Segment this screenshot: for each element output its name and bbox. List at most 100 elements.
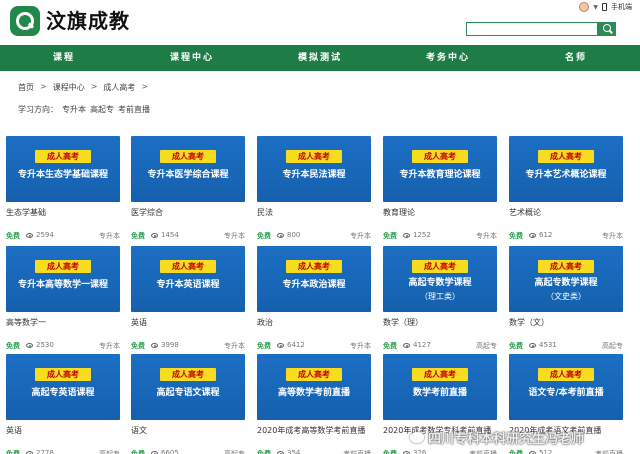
course-thumbnail-title: 高起专数学课程 [408, 278, 472, 288]
course-name[interactable]: 艺术概论 [509, 207, 541, 218]
breadcrumb-adult-exam[interactable]: 成人高考 [103, 82, 135, 93]
course-name[interactable]: 生态学基础 [6, 207, 46, 218]
site-logo-text[interactable]: 汶旗成教 [46, 6, 130, 36]
free-label: 免费 [509, 232, 523, 240]
course-meta: 免费 512 考前直播 [509, 449, 623, 454]
nav-item-teachers[interactable]: 名师 [512, 45, 640, 71]
study-direction-filter: 学习方向： 专升本 高起专 考前直播 [18, 104, 150, 115]
course-thumbnail[interactable]: 成人高考 专升本艺术概论课程 [509, 136, 623, 202]
main-nav: 课程 课程中心 模拟测试 考务中心 名师 [0, 45, 640, 71]
course-card[interactable]: 成人高考 高起专英语课程 英语 免费 2778 高起专 [6, 354, 120, 454]
course-card[interactable]: 成人高考 专升本政治课程 政治 免费 6412 专升本 [257, 246, 371, 352]
nav-item-courses[interactable]: 课程 [0, 45, 128, 71]
course-badge: 成人高考 [412, 150, 468, 163]
course-meta: 免费 6412 专升本 [257, 341, 371, 351]
course-meta: 免费 3998 专升本 [131, 341, 245, 351]
view-count: 612 [539, 231, 553, 239]
nav-item-mock-test[interactable]: 模拟测试 [256, 45, 384, 71]
course-thumbnail[interactable]: 成人高考 数学考前直播 [383, 354, 497, 420]
course-meta: 免费 800 专升本 [257, 231, 371, 241]
course-card[interactable]: 成人高考 高起专语文课程 语文 免费 6605 高起专 [131, 354, 245, 454]
course-category: 考前直播 [595, 450, 623, 454]
course-name[interactable]: 政治 [257, 317, 273, 328]
course-card[interactable]: 成人高考 专升本生态学基础课程 生态学基础 免费 2594 专升本 [6, 136, 120, 242]
course-badge: 成人高考 [35, 368, 91, 381]
course-badge: 成人高考 [160, 150, 216, 163]
course-badge: 成人高考 [286, 150, 342, 163]
course-thumbnail[interactable]: 成人高考 专升本教育理论课程 [383, 136, 497, 202]
course-meta: 免费 4127 高起专 [383, 341, 497, 351]
course-name[interactable]: 高等数学一 [6, 317, 46, 328]
course-card[interactable]: 成人高考 高等数学考前直播 2020年成考高等数学考前直播 免费 354 考前直… [257, 354, 371, 454]
breadcrumb-home[interactable]: 首页 [18, 82, 34, 93]
course-thumbnail[interactable]: 成人高考 专升本高等数学一课程 [6, 246, 120, 312]
free-label: 免费 [257, 450, 271, 454]
eye-icon [277, 343, 284, 348]
view-count: 4127 [413, 341, 431, 349]
course-category: 专升本 [99, 232, 120, 240]
course-category: 专升本 [99, 342, 120, 350]
course-thumbnail[interactable]: 成人高考 高等数学考前直播 [257, 354, 371, 420]
course-card[interactable]: 成人高考 专升本教育理论课程 教育理论 免费 1252 专升本 [383, 136, 497, 242]
course-thumbnail[interactable]: 成人高考 专升本民法课程 [257, 136, 371, 202]
mobile-link[interactable]: 手机端 [611, 2, 632, 12]
view-count: 2530 [36, 341, 54, 349]
course-thumbnail[interactable]: 成人高考 专升本医学综合课程 [131, 136, 245, 202]
nav-item-exam-affairs[interactable]: 考务中心 [384, 45, 512, 71]
course-name[interactable]: 民法 [257, 207, 273, 218]
course-category: 专升本 [224, 342, 245, 350]
course-meta: 免费 1454 专升本 [131, 231, 245, 241]
course-thumbnail[interactable]: 成人高考 专升本生态学基础课程 [6, 136, 120, 202]
course-category: 高起专 [99, 450, 120, 454]
course-meta: 免费 326 考前直播 [383, 449, 497, 454]
course-card[interactable]: 成人高考 专升本艺术概论课程 艺术概论 免费 612 专升本 [509, 136, 623, 242]
eye-icon [151, 233, 158, 238]
search-input[interactable] [466, 22, 598, 36]
course-name[interactable]: 数学（文） [509, 317, 549, 328]
course-name[interactable]: 教育理论 [383, 207, 415, 218]
filter-option-associate[interactable]: 高起专 [90, 104, 114, 115]
course-thumbnail[interactable]: 成人高考 专升本英语课程 [131, 246, 245, 312]
course-meta: 免费 1252 专升本 [383, 231, 497, 241]
course-category: 高起专 [224, 450, 245, 454]
course-thumbnail[interactable]: 成人高考 高起专语文课程 [131, 354, 245, 420]
logo-icon[interactable] [10, 6, 40, 36]
free-label: 免费 [131, 450, 145, 454]
chevron-down-icon[interactable]: ▼ [593, 4, 598, 11]
course-thumbnail-title: 语文专/本考前直播 [528, 388, 604, 398]
course-card[interactable]: 成人高考 高起专数学课程 （文史类） 数学（文） 免费 4531 高起专 [509, 246, 623, 352]
course-name[interactable]: 医学综合 [131, 207, 163, 218]
course-name[interactable]: 英语 [6, 425, 22, 436]
course-name[interactable]: 2020年成考高等数学考前直播 [257, 425, 365, 436]
course-thumbnail[interactable]: 成人高考 语文专/本考前直播 [509, 354, 623, 420]
filter-option-bachelor[interactable]: 专升本 [62, 104, 86, 115]
course-thumbnail-subtitle: （文史类） [546, 292, 586, 301]
free-label: 免费 [383, 450, 397, 454]
course-thumbnail[interactable]: 成人高考 高起专数学课程 （文史类） [509, 246, 623, 312]
course-thumbnail-title: 高起专数学课程 [534, 278, 598, 288]
course-card[interactable]: 成人高考 高起专数学课程 （理工类） 数学（理） 免费 4127 高起专 [383, 246, 497, 352]
course-category: 考前直播 [343, 450, 371, 454]
course-meta: 免费 2530 专升本 [6, 341, 120, 351]
course-thumbnail[interactable]: 成人高考 高起专数学课程 （理工类） [383, 246, 497, 312]
nav-item-course-center[interactable]: 课程中心 [128, 45, 256, 71]
course-card[interactable]: 成人高考 专升本英语课程 英语 免费 3998 专升本 [131, 246, 245, 352]
course-badge: 成人高考 [538, 150, 594, 163]
course-thumbnail[interactable]: 成人高考 高起专英语课程 [6, 354, 120, 420]
course-name[interactable]: 数学（理） [383, 317, 423, 328]
course-thumbnail-title: 数学考前直播 [412, 388, 467, 398]
course-thumbnail-title: 高起专语文课程 [156, 388, 220, 398]
course-card[interactable]: 成人高考 专升本高等数学一课程 高等数学一 免费 2530 专升本 [6, 246, 120, 352]
course-card[interactable]: 成人高考 专升本民法课程 民法 免费 800 专升本 [257, 136, 371, 242]
course-thumbnail[interactable]: 成人高考 专升本政治课程 [257, 246, 371, 312]
course-name[interactable]: 英语 [131, 317, 147, 328]
eye-icon [151, 343, 158, 348]
course-name[interactable]: 语文 [131, 425, 147, 436]
free-label: 免费 [131, 342, 145, 350]
breadcrumb-separator: > [90, 82, 98, 91]
search-button[interactable] [598, 22, 616, 36]
course-card[interactable]: 成人高考 专升本医学综合课程 医学综合 免费 1454 专升本 [131, 136, 245, 242]
user-avatar-icon[interactable] [579, 2, 590, 12]
filter-option-live[interactable]: 考前直播 [118, 104, 150, 115]
breadcrumb-course-center[interactable]: 课程中心 [53, 82, 85, 93]
